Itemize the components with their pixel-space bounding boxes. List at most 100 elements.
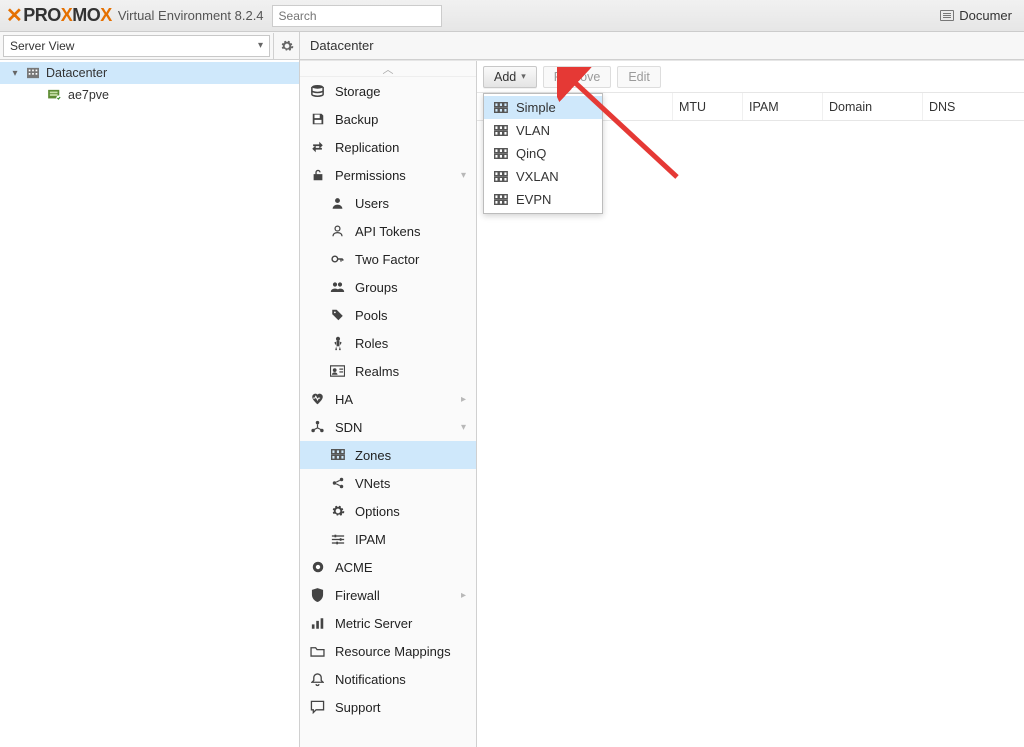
tree-node-ae7pve[interactable]: ae7pve <box>0 84 299 106</box>
person-icon <box>330 336 345 351</box>
nav-label: Metric Server <box>335 616 412 631</box>
nav-item-users[interactable]: Users <box>300 189 476 217</box>
nav-label: Groups <box>355 280 398 295</box>
user-icon <box>330 196 345 211</box>
nav-item-storage[interactable]: Storage <box>300 77 476 105</box>
env-label: Virtual Environment 8.2.4 <box>118 8 264 23</box>
nav-item-resource-mappings[interactable]: Resource Mappings <box>300 637 476 665</box>
tree-node-datacenter[interactable]: ▾ Datacenter <box>0 62 299 84</box>
zone-panel: Add ▾ Remove Edit e MTU IPAM Domain DNS <box>477 61 1024 747</box>
nav-item-notifications[interactable]: Notifications <box>300 665 476 693</box>
datacenter-icon <box>26 67 40 79</box>
nav-item-two-factor[interactable]: Two Factor <box>300 245 476 273</box>
chat-icon <box>310 700 325 715</box>
grid-icon <box>494 125 508 137</box>
documentation-button[interactable]: Documer <box>934 5 1018 26</box>
nav-item-backup[interactable]: Backup <box>300 105 476 133</box>
lock-open-icon <box>310 168 325 183</box>
id-card-icon <box>330 364 345 379</box>
edit-label: Edit <box>628 70 650 84</box>
nav-item-support[interactable]: Support <box>300 693 476 721</box>
add-label: Add <box>494 70 516 84</box>
nav-label: Storage <box>335 84 381 99</box>
nav-label: Replication <box>335 140 399 155</box>
add-dropdown: Simple VLAN QinQ VXLAN <box>483 93 603 214</box>
share-icon <box>330 476 345 491</box>
nav-item-sdn[interactable]: SDN ▾ <box>300 413 476 441</box>
grid-icon <box>494 102 508 114</box>
nav-label: Backup <box>335 112 378 127</box>
nav-label: Firewall <box>335 588 380 603</box>
dropdown-item-vxlan[interactable]: VXLAN <box>484 165 602 188</box>
nav-item-metric-server[interactable]: Metric Server <box>300 609 476 637</box>
chart-bar-icon <box>310 616 325 631</box>
nav-item-groups[interactable]: Groups <box>300 273 476 301</box>
nav-item-firewall[interactable]: Firewall ▸ <box>300 581 476 609</box>
gear-icon <box>280 39 294 53</box>
tree-node-label: Datacenter <box>46 66 107 80</box>
dropdown-label: EVPN <box>516 192 551 207</box>
resource-tree: ▾ Datacenter ae7pve <box>0 60 299 106</box>
key-icon <box>330 252 345 267</box>
nav-label: HA <box>335 392 353 407</box>
dropdown-item-evpn[interactable]: EVPN <box>484 188 602 211</box>
nav-label: Pools <box>355 308 388 323</box>
search-input[interactable] <box>272 5 442 27</box>
chevron-down-icon: ▾ <box>461 422 466 433</box>
nav-item-zones[interactable]: Zones <box>300 441 476 469</box>
remove-button[interactable]: Remove <box>543 66 612 88</box>
nav-collapse-handle[interactable]: ︿ <box>300 61 476 77</box>
nav-item-options[interactable]: Options <box>300 497 476 525</box>
tags-icon <box>330 308 345 323</box>
heartbeat-icon <box>310 392 325 407</box>
bell-icon <box>310 672 325 687</box>
grid-col-mtu[interactable]: MTU <box>673 93 743 120</box>
dropdown-label: VXLAN <box>516 169 559 184</box>
grid-icon <box>494 171 508 183</box>
users-icon <box>330 280 345 295</box>
tree-settings-button[interactable] <box>273 33 299 59</box>
view-selector[interactable]: Server View ▾ <box>3 35 270 57</box>
breadcrumb-text: Datacenter <box>310 38 374 53</box>
chevron-right-icon: ▸ <box>461 394 466 405</box>
view-selector-label: Server View <box>10 39 74 53</box>
resource-tree-pane: Server View ▾ ▾ Datacenter <box>0 32 300 747</box>
grid-col-domain[interactable]: Domain <box>823 93 923 120</box>
nav-item-permissions[interactable]: Permissions ▾ <box>300 161 476 189</box>
edit-button[interactable]: Edit <box>617 66 661 88</box>
book-icon <box>940 10 954 21</box>
nav-label: ACME <box>335 560 373 575</box>
nav-label: Roles <box>355 336 388 351</box>
documentation-label: Documer <box>959 8 1012 23</box>
nav-item-pools[interactable]: Pools <box>300 301 476 329</box>
grid-col-ipam[interactable]: IPAM <box>743 93 823 120</box>
nav-label: Realms <box>355 364 399 379</box>
nav-item-api-tokens[interactable]: API Tokens <box>300 217 476 245</box>
nav-label: VNets <box>355 476 390 491</box>
nav-item-acme[interactable]: ACME <box>300 553 476 581</box>
nav-item-ha[interactable]: HA ▸ <box>300 385 476 413</box>
nav-label: Notifications <box>335 672 406 687</box>
sync-icon <box>310 140 325 155</box>
nav-label: Zones <box>355 448 391 463</box>
nav-label: Permissions <box>335 168 406 183</box>
nav-item-vnets[interactable]: VNets <box>300 469 476 497</box>
nav-item-replication[interactable]: Replication <box>300 133 476 161</box>
tree-node-label: ae7pve <box>68 88 109 102</box>
add-button[interactable]: Add ▾ <box>483 66 537 88</box>
tree-collapse-icon[interactable]: ▾ <box>10 68 20 79</box>
user-outline-icon <box>330 224 345 239</box>
grid-col-dns[interactable]: DNS <box>923 93 1013 120</box>
dropdown-label: Simple <box>516 100 556 115</box>
nav-item-roles[interactable]: Roles <box>300 329 476 357</box>
dropdown-item-simple[interactable]: Simple <box>484 96 602 119</box>
top-header: ✕ PROXMOX Virtual Environment 8.2.4 Docu… <box>0 0 1024 32</box>
logo-x-icon: ✕ <box>6 3 22 28</box>
database-icon <box>310 84 325 99</box>
chevron-down-icon: ▾ <box>521 71 526 82</box>
dropdown-item-qinq[interactable]: QinQ <box>484 142 602 165</box>
dropdown-item-vlan[interactable]: VLAN <box>484 119 602 142</box>
shield-icon <box>310 588 325 603</box>
nav-item-realms[interactable]: Realms <box>300 357 476 385</box>
nav-item-ipam[interactable]: IPAM <box>300 525 476 553</box>
